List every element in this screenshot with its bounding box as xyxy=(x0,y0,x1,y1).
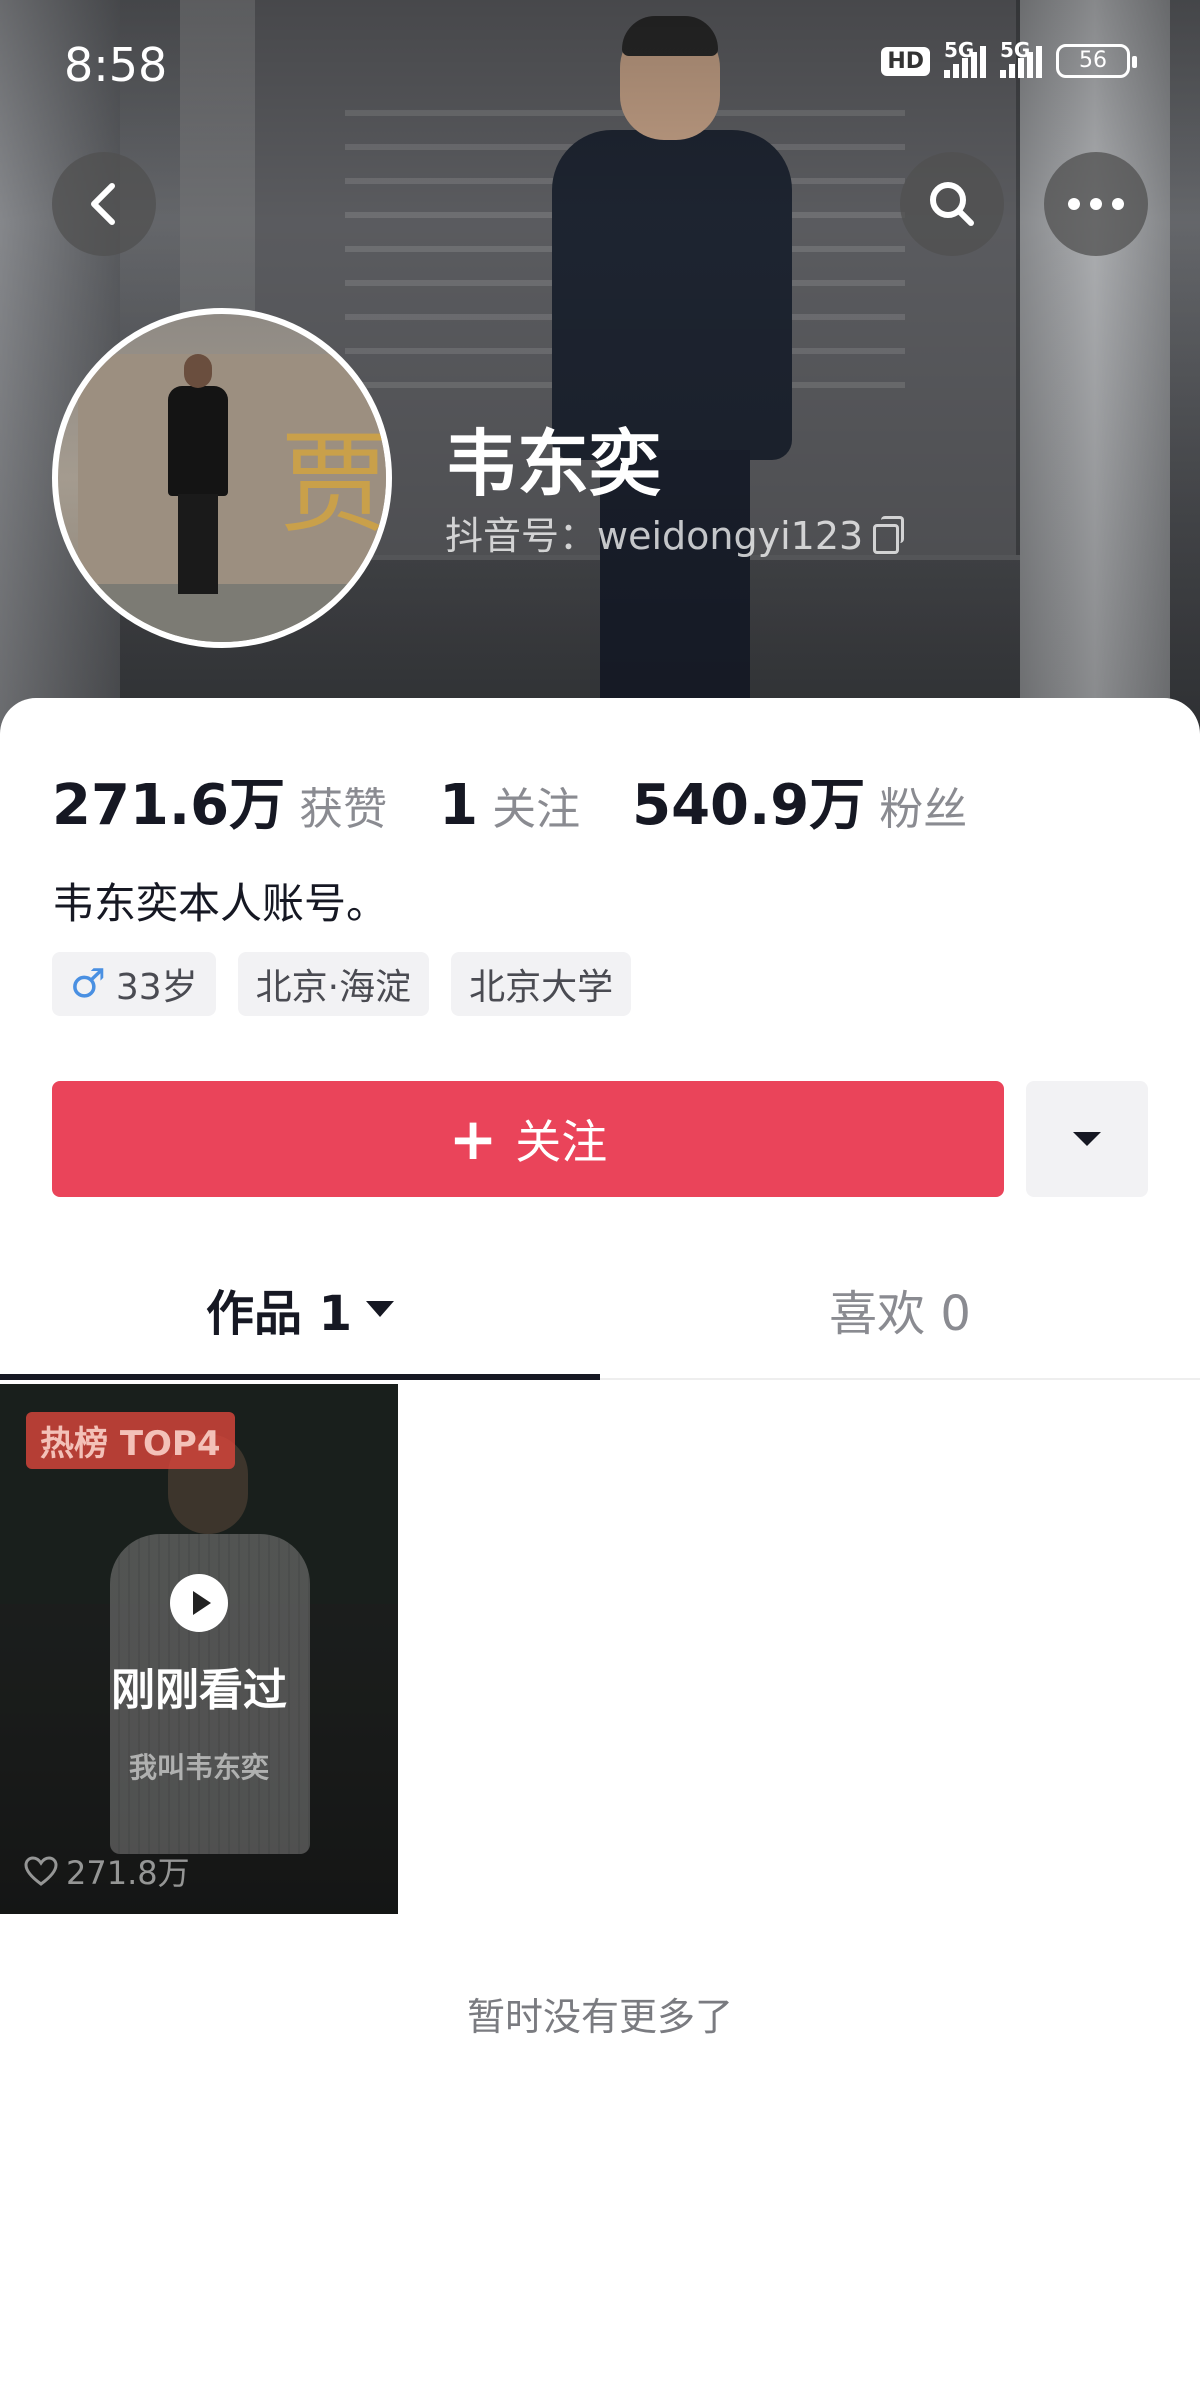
tab-works[interactable]: 作品 1 xyxy=(0,1238,600,1380)
male-icon: ♂ xyxy=(70,961,106,1007)
hd-voice-icon: HD xyxy=(881,46,930,76)
profile-tags: ♂ 33岁 北京·海淀 北京大学 xyxy=(52,952,632,1016)
recommend-dropdown-button[interactable] xyxy=(1026,1081,1148,1197)
school-tag[interactable]: 北京大学 xyxy=(451,952,632,1016)
active-tab-indicator xyxy=(0,1374,600,1380)
play-icon xyxy=(170,1574,228,1632)
heart-icon xyxy=(24,1856,58,1886)
content-tabs: 作品 1 喜欢 0 xyxy=(0,1238,1200,1380)
recently-watched-label: 刚刚看过 xyxy=(111,1665,287,1716)
signal-icon-1: 5G xyxy=(944,38,986,78)
chevron-left-icon xyxy=(91,183,115,225)
follow-button[interactable]: + 关注 xyxy=(52,1081,1004,1197)
tab-likes-label: 喜欢 0 xyxy=(829,1286,971,1342)
profile-bio: 韦东奕本人账号。 xyxy=(52,879,389,928)
stats-row: 271.6万 获赞 1 关注 540.9万 粉丝 xyxy=(52,760,967,841)
tab-works-label: 作品 1 xyxy=(205,1286,353,1342)
video-caption: 我叫韦东奕 xyxy=(128,1751,269,1784)
profile-card: 271.6万 获赞 1 关注 540.9万 粉丝 韦东奕本人账号。 ♂ 33岁 … xyxy=(0,698,1200,2403)
profile-page: 8:58 HD 5G 5G 56 贾 韦东奕 抖音号：weidongyi123 … xyxy=(0,0,1200,2403)
rock-inscription: 贾 xyxy=(280,420,390,548)
profile-name: 韦东奕 xyxy=(445,422,662,506)
caret-down-icon xyxy=(366,1301,395,1317)
age-tag: ♂ 33岁 xyxy=(52,952,216,1016)
following-count[interactable]: 1 xyxy=(439,773,478,838)
video-likes: 271.8万 xyxy=(24,1848,190,1894)
copy-icon[interactable] xyxy=(873,515,905,554)
no-more-text: 暂时没有更多了 xyxy=(466,1995,733,2039)
search-icon xyxy=(930,182,974,226)
likes-count: 271.6万 xyxy=(52,773,286,838)
following-label[interactable]: 关注 xyxy=(492,773,580,837)
video-thumbnail[interactable]: 热榜 TOP4 刚刚看过 我叫韦东奕 271.8万 xyxy=(0,1384,398,1914)
tab-likes[interactable]: 喜欢 0 xyxy=(600,1238,1200,1380)
more-icon xyxy=(1068,198,1124,210)
back-button[interactable] xyxy=(52,152,156,256)
signal-icon-2: 5G xyxy=(1000,38,1042,78)
hot-rank-badge: 热榜 TOP4 xyxy=(26,1412,235,1469)
battery-icon: 56 xyxy=(1056,44,1137,78)
likes-label: 获赞 xyxy=(299,784,388,835)
followers-label[interactable]: 粉丝 xyxy=(879,773,967,837)
followers-count[interactable]: 540.9万 xyxy=(632,760,865,841)
age-text: 33岁 xyxy=(115,967,198,1008)
status-time: 8:58 xyxy=(64,38,168,92)
more-button[interactable] xyxy=(1044,152,1148,256)
caret-down-icon xyxy=(1073,1132,1101,1146)
avatar[interactable]: 贾 xyxy=(52,308,392,648)
account-id-text: 抖音号：weidongyi123 xyxy=(445,514,864,558)
location-tag: 北京·海淀 xyxy=(237,952,430,1016)
video-like-count: 271.8万 xyxy=(66,1854,190,1892)
account-id[interactable]: 抖音号：weidongyi123 xyxy=(445,505,905,560)
search-button[interactable] xyxy=(900,152,1004,256)
status-icons: HD 5G 5G 56 xyxy=(881,38,1137,78)
follow-label: 关注 xyxy=(515,1115,608,1169)
plus-icon: + xyxy=(448,1105,498,1173)
